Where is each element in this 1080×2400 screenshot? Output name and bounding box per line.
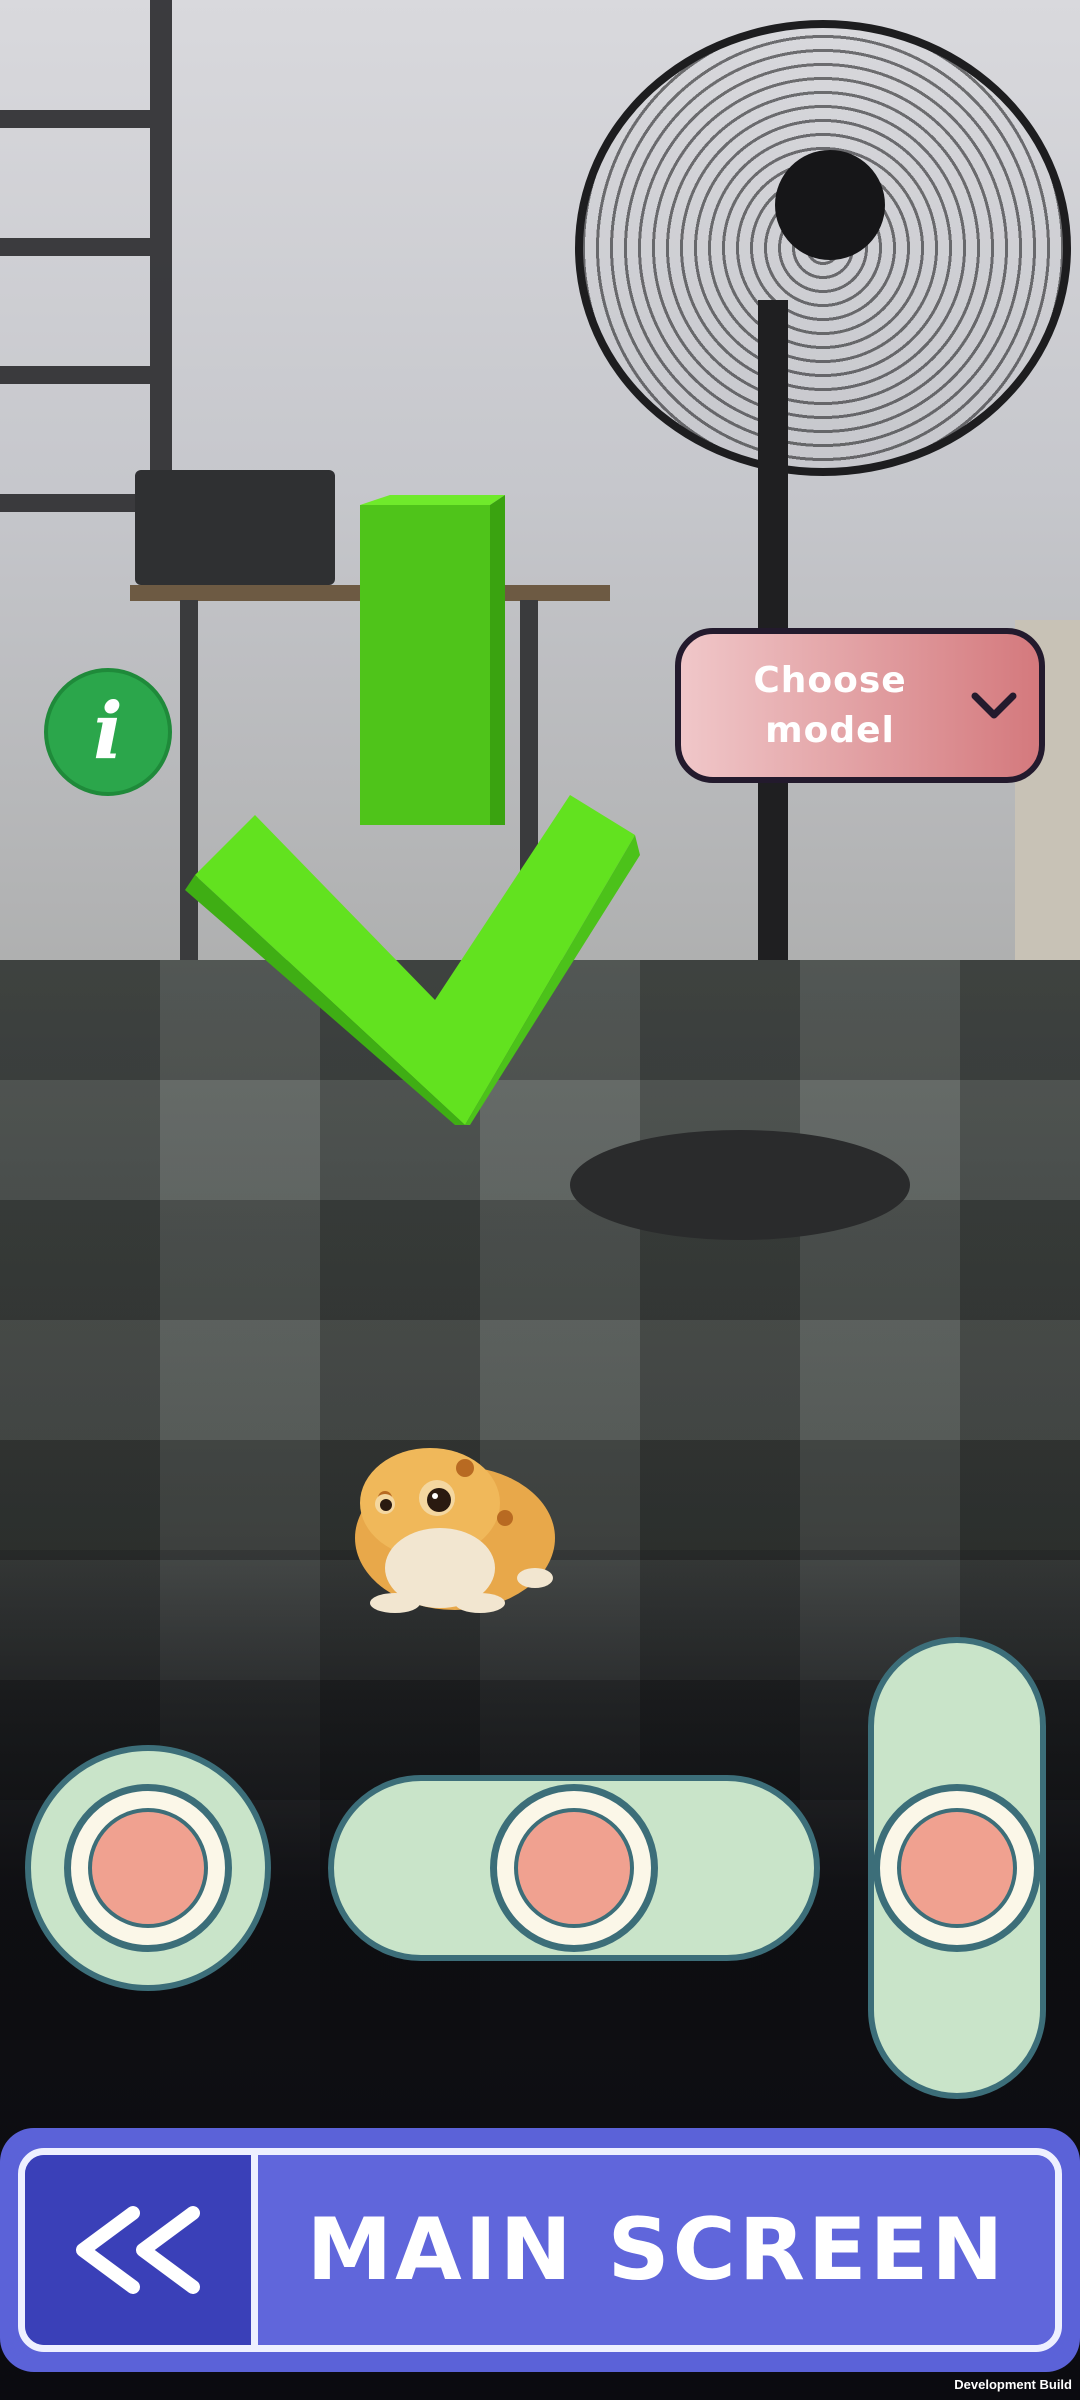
- knob-center: [897, 1808, 1017, 1928]
- info-icon: i: [93, 686, 123, 777]
- vertical-slider-joystick[interactable]: [868, 1637, 1046, 2099]
- fan-base: [570, 1130, 910, 1240]
- knob-center: [514, 1808, 634, 1928]
- horizontal-slider-joystick[interactable]: [328, 1775, 820, 1961]
- fan-hub: [775, 150, 885, 260]
- joystick-knob[interactable]: [873, 1784, 1041, 1952]
- double-chevron-left-icon: [76, 2206, 200, 2294]
- ladder: [0, 0, 172, 520]
- main-screen-button[interactable]: MAIN SCREEN: [258, 2155, 1055, 2345]
- joystick-knob[interactable]: [490, 1784, 658, 1952]
- joystick-knob[interactable]: [64, 1784, 232, 1952]
- ar-arrow-marker: [185, 495, 640, 1125]
- info-button[interactable]: i: [44, 668, 172, 796]
- knob-center: [88, 1808, 208, 1928]
- choose-model-dropdown[interactable]: Choose model: [675, 628, 1045, 783]
- main-screen-label: MAIN SCREEN: [306, 2200, 1007, 2300]
- development-build-label: Development Build: [954, 2377, 1072, 2392]
- chevron-down-icon: [959, 691, 1039, 721]
- bottom-navigation-bar: MAIN SCREEN: [0, 2128, 1080, 2372]
- back-button[interactable]: [25, 2155, 258, 2345]
- frog-model: [355, 1448, 555, 1613]
- bottom-bar-frame: MAIN SCREEN: [18, 2148, 1062, 2352]
- round-joystick[interactable]: [25, 1745, 271, 1991]
- dropdown-label: Choose model: [753, 659, 907, 751]
